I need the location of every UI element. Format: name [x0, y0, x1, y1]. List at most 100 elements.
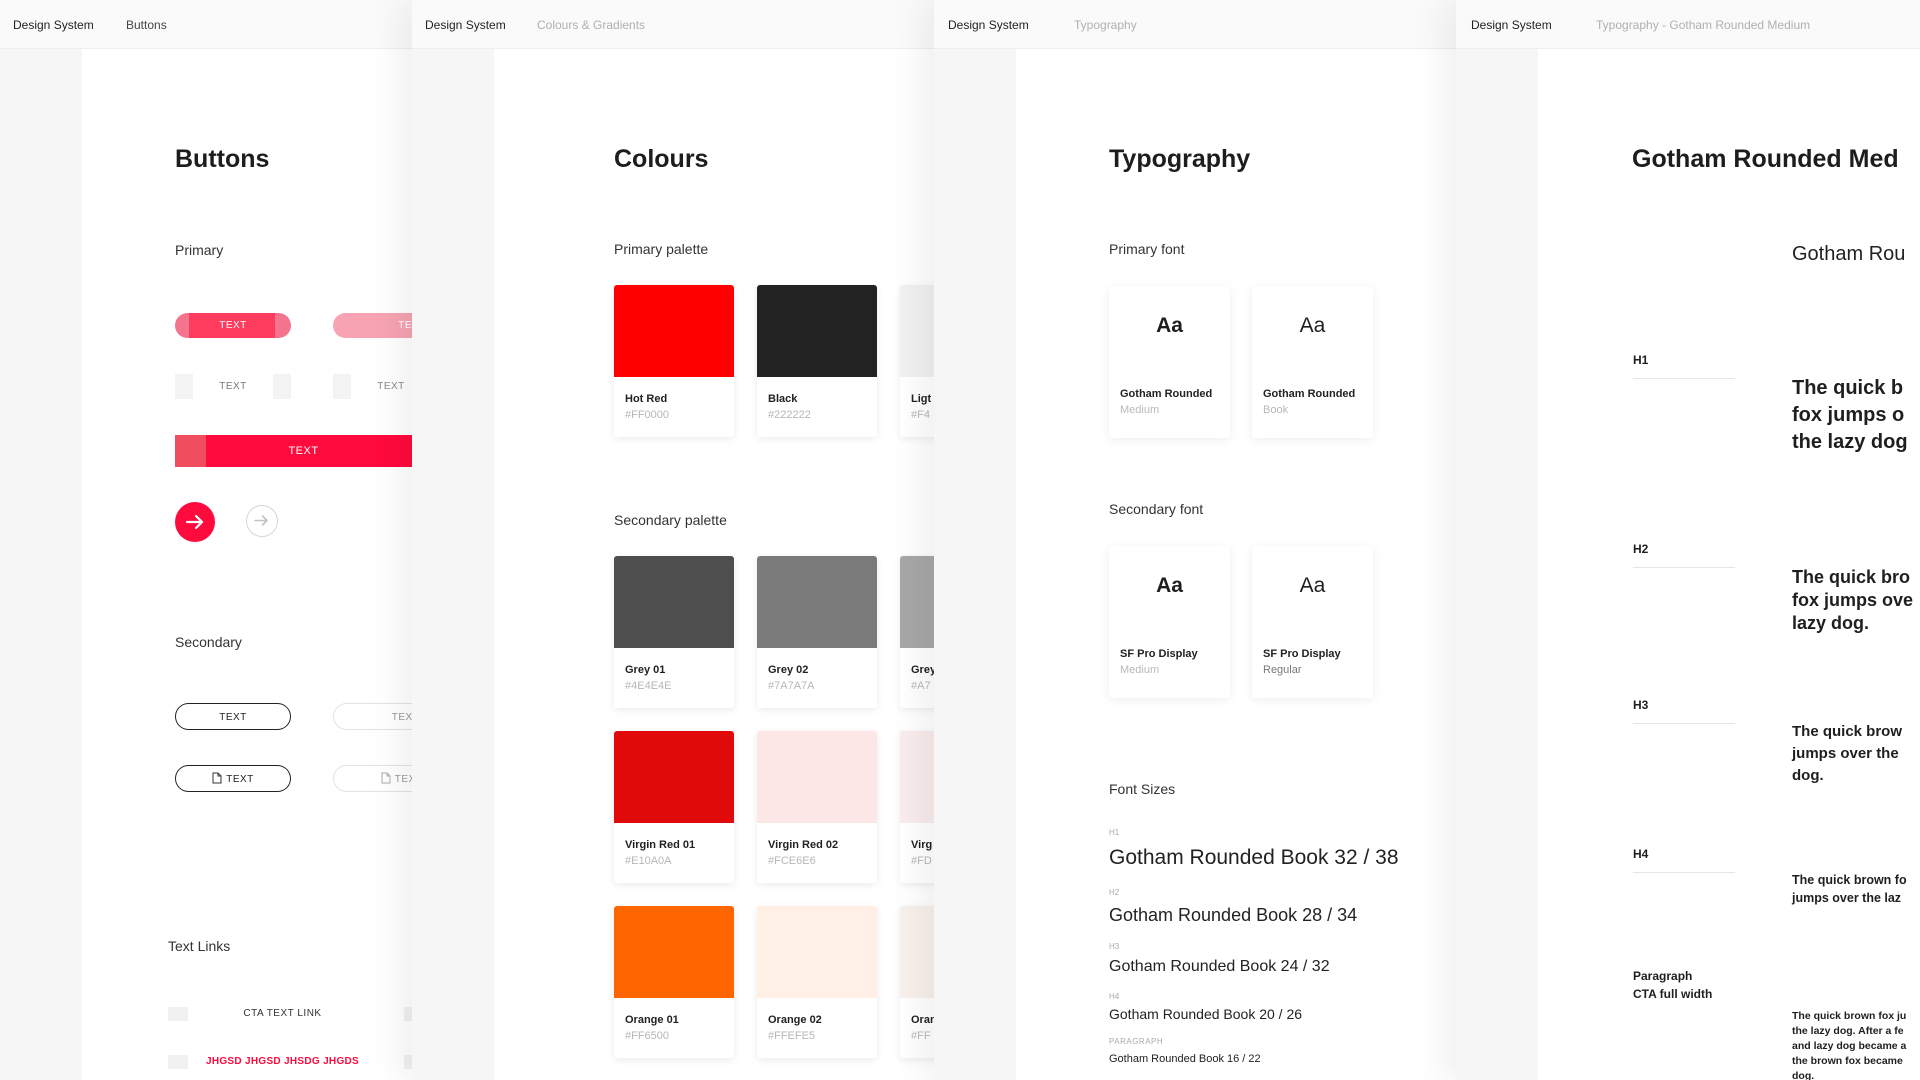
- arrow-right-icon: [185, 514, 204, 530]
- divider: [1633, 378, 1735, 379]
- size-sample-h3: Gotham Rounded Book 24 / 32: [1109, 958, 1330, 975]
- sample-line: jumps over the: [1792, 745, 1899, 762]
- primary-pill-button-disabled[interactable]: TEXT: [333, 313, 412, 338]
- breadcrumb-root[interactable]: Design System: [13, 18, 94, 32]
- sample-line: dog.: [1792, 767, 1824, 784]
- breadcrumb-page[interactable]: Colours & Gradients: [537, 18, 645, 32]
- swatch-orange-01[interactable]: Orange 01 #FF6500: [614, 906, 734, 1058]
- row-label-h4: H4: [1633, 847, 1649, 861]
- circle-arrow-button-filled[interactable]: [175, 502, 215, 542]
- swatch-light[interactable]: Ligt #F4: [900, 285, 934, 437]
- ghost-text-button-2[interactable]: TEXT: [351, 374, 412, 399]
- swatch-name: Orange 01: [625, 1014, 679, 1026]
- swatch-orange-03[interactable]: Oran #FF: [900, 906, 934, 1058]
- size-sample-paragraph: Gotham Rounded Book 16 / 22: [1109, 1053, 1261, 1065]
- swatch-chip: [900, 285, 934, 377]
- secondary-icon-button-disabled[interactable]: TEXT: [333, 765, 412, 792]
- row-label-h2: H2: [1633, 542, 1649, 556]
- breadcrumb-root[interactable]: Design System: [1471, 18, 1552, 32]
- secondary-icon-button[interactable]: TEXT: [175, 765, 291, 792]
- swatch-hot-red[interactable]: Hot Red #FF0000: [614, 285, 734, 437]
- ghost-text-button[interactable]: TEXT: [193, 374, 273, 399]
- swatch-name: Virg: [911, 839, 933, 851]
- size-sample-h4: Gotham Rounded Book 20 / 26: [1109, 1006, 1303, 1022]
- swatch-hex: #F4: [911, 409, 930, 421]
- sample-line: and lazy dog became a: [1792, 1040, 1907, 1052]
- full-width-cta-button[interactable]: TEXT: [175, 435, 412, 467]
- swatch-virgin-red-01[interactable]: Virgin Red 01 #E10A0A: [614, 731, 734, 883]
- swatch-hex: #FCE6E6: [768, 855, 816, 867]
- swatch-name: Grey 02: [768, 664, 809, 676]
- breadcrumb-page[interactable]: Typography: [1074, 18, 1137, 32]
- size-tag-h2: H2: [1109, 888, 1120, 897]
- sample-h3: The quick brow jumps over the dog.: [1792, 721, 1902, 787]
- button-label: TEXT: [219, 712, 247, 723]
- sample-h4: The quick brown fo jumps over the laz: [1792, 871, 1907, 907]
- breadcrumb-page[interactable]: Typography - Gotham Rounded Medium: [1596, 18, 1810, 32]
- swatch-hex: #FFEFE5: [768, 1030, 816, 1042]
- button-label: TEXT: [377, 381, 405, 392]
- font-card-gotham-book[interactable]: Aa Gotham Rounded Book: [1252, 286, 1373, 438]
- swatch-chip: [614, 285, 734, 377]
- buttons-page: Buttons Primary TEXT TEXT TEXT TEXT TEXT: [82, 49, 412, 1080]
- circle-arrow-button-outline[interactable]: [246, 505, 278, 537]
- size-tag-h3: H3: [1109, 942, 1120, 951]
- sample-line: fox jumps ove: [1792, 590, 1914, 610]
- font-name: Gotham Rounded: [1263, 388, 1356, 400]
- secondary-outline-button[interactable]: TEXT: [175, 703, 291, 730]
- sample-line: The quick brow: [1792, 723, 1903, 740]
- text-link-padding-left: [168, 1007, 188, 1021]
- swatch-virgin-red-03[interactable]: Virg #FD: [900, 731, 934, 883]
- button-label: TEXT: [219, 381, 247, 392]
- sample-h2: The quick bro fox jumps ove lazy dog.: [1792, 566, 1913, 635]
- document-icon: [212, 772, 222, 784]
- swatch-hex: #FD: [911, 855, 932, 867]
- swatch-virgin-red-02[interactable]: Virgin Red 02 #FCE6E6: [757, 731, 877, 883]
- swatch-grey-03[interactable]: Grey #A7: [900, 556, 934, 708]
- breadcrumb-page[interactable]: Buttons: [126, 18, 167, 32]
- red-text-link[interactable]: JHGSD JHGSD JHSDG JHGDS: [188, 1056, 377, 1067]
- secondary-outline-button-disabled[interactable]: TEXT: [333, 703, 412, 730]
- button-label: TEXT: [288, 445, 319, 457]
- breadcrumb-root[interactable]: Design System: [948, 18, 1029, 32]
- swatch-chip: [614, 906, 734, 998]
- swatch-hex: #7A7A7A: [768, 680, 815, 692]
- row-label-h3: H3: [1633, 698, 1649, 712]
- divider: [1633, 567, 1735, 568]
- cta-text-link[interactable]: CTA TEXT LINK: [188, 1008, 377, 1019]
- swatch-name: Virgin Red 01: [625, 839, 696, 851]
- sample-line: lazy dog.: [1792, 613, 1870, 633]
- swatch-chip: [757, 285, 877, 377]
- secondary-palette-label: Secondary palette: [614, 512, 727, 528]
- sample-line: the brown fox became: [1792, 1055, 1903, 1067]
- sample-line: jumps over the laz: [1792, 891, 1902, 905]
- swatch-chip: [900, 731, 934, 823]
- colours-topbar: Design System Colours & Gradients: [412, 0, 934, 49]
- sample-line: The quick bro: [1792, 567, 1911, 587]
- ghost-button-padding-left: [175, 374, 193, 399]
- swatch-grey-01[interactable]: Grey 01 #4E4E4E: [614, 556, 734, 708]
- swatch-orange-02[interactable]: Orange 02 #FFEFE5: [757, 906, 877, 1058]
- swatch-hex: #FF6500: [625, 1030, 670, 1042]
- breadcrumb-root[interactable]: Design System: [425, 18, 506, 32]
- divider: [1633, 723, 1735, 724]
- buttons-panel: Design System Buttons Buttons Primary TE…: [0, 0, 412, 1080]
- font-card-sf-regular[interactable]: Aa SF Pro Display Regular: [1252, 546, 1373, 698]
- swatch-hex: #E10A0A: [625, 855, 672, 867]
- font-sizes-label: Font Sizes: [1109, 781, 1176, 797]
- buttons-topbar: Design System Buttons: [0, 0, 412, 49]
- font-style: Book: [1263, 404, 1289, 416]
- swatch-grey-02[interactable]: Grey 02 #7A7A7A: [757, 556, 877, 708]
- swatch-name: Orange 02: [768, 1014, 822, 1026]
- font-card-gotham-medium[interactable]: Aa Gotham Rounded Medium: [1109, 286, 1230, 438]
- font-style: Medium: [1120, 404, 1160, 416]
- font-card-sf-medium[interactable]: Aa SF Pro Display Medium: [1109, 546, 1230, 698]
- size-tag-h4: H4: [1109, 992, 1120, 1001]
- colours-page: Colours Primary palette Hot Red #FF0000 …: [494, 49, 934, 1080]
- swatch-black[interactable]: Black #222222: [757, 285, 877, 437]
- arrow-right-icon: [254, 515, 268, 526]
- swatch-name: Virgin Red 02: [768, 839, 839, 851]
- primary-pill-button[interactable]: TEXT: [175, 313, 291, 338]
- font-subtitle: Gotham Rou: [1792, 243, 1906, 265]
- ghost-button-padding-right: [273, 374, 291, 399]
